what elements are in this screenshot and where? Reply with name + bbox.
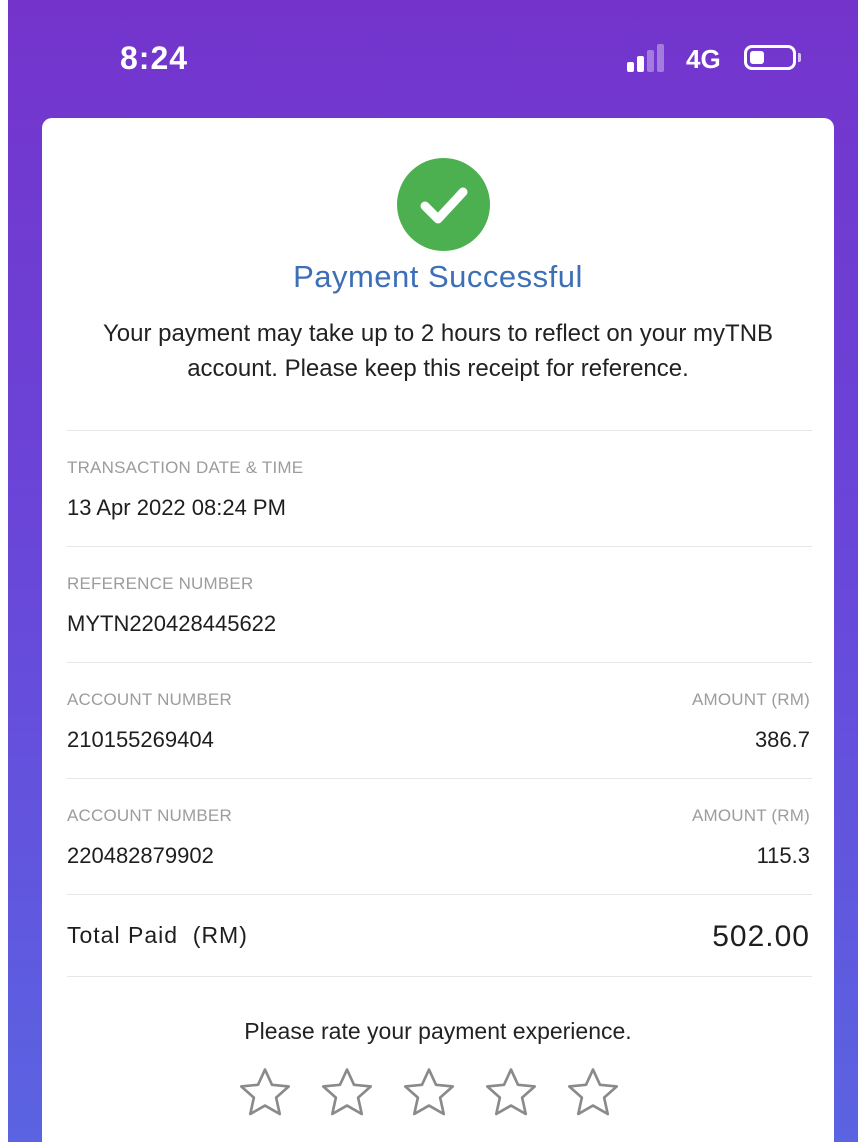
divider [67,662,812,663]
battery-icon [744,45,796,70]
page-title: Payment Successful [293,259,583,294]
transaction-date-label: TRANSACTION DATE & TIME [67,458,304,477]
star-outline-icon[interactable] [482,1064,540,1122]
receipt-message: Your payment may take up to 2 hours to r… [102,320,774,382]
total-paid-value: 502.00 [712,920,810,953]
account-number-value: 210155269404 [67,727,214,752]
signal-bar [637,56,644,72]
divider [67,546,812,547]
star-outline-icon[interactable] [400,1064,458,1122]
divider [67,894,812,895]
payment-receipt-card: Payment Successful Your payment may take… [42,118,834,1142]
battery-tip [798,53,801,62]
star-outline-icon[interactable] [236,1064,294,1122]
star-outline-icon[interactable] [564,1064,622,1122]
status-bar: 8:24 4G [8,0,858,118]
signal-bar [627,62,634,72]
signal-bar [657,44,664,72]
total-paid-label: Total Paid (RM) [67,922,248,948]
divider [67,430,812,431]
check-circle-icon [397,158,490,251]
signal-bar [647,50,654,72]
account-number-label: ACCOUNT NUMBER [67,690,232,709]
amount-value: 386.7 [754,727,810,752]
star-rating [236,1064,646,1126]
status-time: 8:24 [120,40,189,76]
battery-level [750,51,764,64]
divider [67,778,812,779]
app-screen: 8:24 4G Payment Successful Your payment … [8,0,858,1142]
divider [67,976,812,977]
account-number-label: ACCOUNT NUMBER [67,806,232,825]
amount-label: AMOUNT (RM) [691,806,810,825]
cellular-signal-icon [627,44,673,72]
reference-number-label: REFERENCE NUMBER [67,574,254,593]
account-number-value: 220482879902 [67,843,214,868]
reference-number-value: MYTN220428445622 [67,611,277,636]
star-outline-icon[interactable] [318,1064,376,1122]
transaction-date-value: 13 Apr 2022 08:24 PM [67,495,286,520]
rating-prompt: Please rate your payment experience. [244,1018,632,1044]
network-type: 4G [686,44,721,74]
amount-label: AMOUNT (RM) [691,690,810,709]
amount-value: 115.3 [756,843,810,868]
